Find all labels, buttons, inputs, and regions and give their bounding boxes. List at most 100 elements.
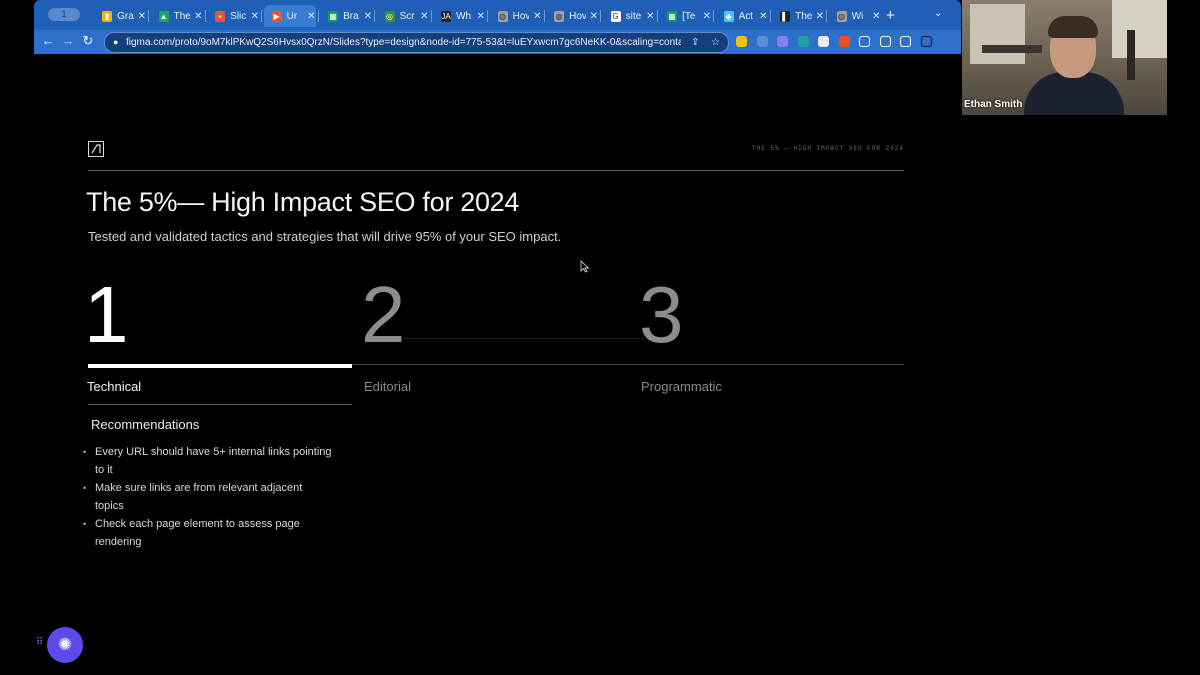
- tab-separator: [656, 10, 658, 22]
- tab-favicon-icon: ◍: [554, 10, 565, 22]
- video-tile[interactable]: Ethan Smith: [962, 0, 1167, 115]
- share-icon[interactable]: ⇪: [691, 33, 699, 52]
- tab-close-icon[interactable]: ✕: [420, 11, 428, 22]
- browser-tab[interactable]: ◍ Hov ✕: [490, 5, 542, 27]
- recommendations-list: • Every URL should have 5+ internal links…: [82, 443, 332, 551]
- video-window-left: [970, 4, 1025, 64]
- tab-close-icon[interactable]: ✕: [590, 11, 598, 22]
- slide-title: The 5%— High Impact SEO for 2024: [86, 187, 520, 217]
- tab-separator: [826, 10, 827, 22]
- tab-close-icon[interactable]: ✕: [307, 11, 315, 22]
- tab-title: Act: [738, 10, 754, 22]
- tab-close-icon[interactable]: ✕: [703, 11, 711, 22]
- extension-icon[interactable]: [736, 36, 747, 47]
- tab-title: Ur: [286, 10, 298, 22]
- tab-favicon-icon: ◍: [836, 10, 847, 22]
- browser-tab[interactable]: ▶ Ur ✕: [263, 5, 316, 27]
- tab-separator: [148, 10, 149, 22]
- extension-icon[interactable]: [756, 36, 768, 47]
- tab-close-icon[interactable]: ✕: [816, 11, 824, 22]
- bookmark-star-icon[interactable]: ☆: [711, 33, 720, 52]
- back-button[interactable]: ←: [40, 33, 56, 48]
- tab-close-icon[interactable]: ✕: [533, 11, 541, 22]
- tab-separator: [487, 10, 488, 22]
- browser-tab[interactable]: ▪ Slic ✕: [207, 5, 259, 27]
- recommendation-text: Make sure links are from relevant adjace…: [95, 482, 303, 512]
- browser-tab[interactable]: ◍ Wi ✕: [829, 5, 881, 27]
- tab-search-icon[interactable]: ⌄: [934, 8, 942, 19]
- video-shelf: [982, 45, 1042, 53]
- slide-subtitle: Tested and validated tactics and strateg…: [88, 229, 562, 244]
- url-text[interactable]: figma.com/proto/9oM7klPKwQ2S6Hvsx0QrzN/S…: [126, 33, 681, 52]
- figma-slide: THE 5% — HIGH IMPACT SEO FOR 2024 The 5%…: [34, 54, 961, 675]
- drag-handle-icon[interactable]: ⠿: [36, 637, 43, 648]
- tab-title: The: [795, 10, 812, 22]
- browser-tab[interactable]: ▦ [Te ✕: [659, 5, 711, 27]
- tab-close-icon[interactable]: ✕: [251, 11, 259, 22]
- tab-group-pill[interactable]: 1: [48, 8, 80, 21]
- tab-favicon-icon: G: [610, 10, 621, 22]
- tab-title: Hov: [569, 10, 586, 22]
- pillar-tab-technical[interactable]: Technical: [87, 379, 141, 394]
- tab-separator: [430, 10, 432, 22]
- pillar-number-3[interactable]: 3: [639, 270, 684, 360]
- browser-tab[interactable]: ◍ Hov ✕: [546, 5, 598, 27]
- extension-icon[interactable]: [879, 36, 891, 47]
- browser-tab[interactable]: Gsite ✕: [603, 5, 655, 27]
- tab-title: Slic: [230, 10, 247, 22]
- browser-tab[interactable]: JA Wh ✕: [433, 5, 485, 27]
- tab-close-icon[interactable]: ✕: [194, 11, 202, 22]
- tab-close-icon[interactable]: ✕: [364, 11, 372, 22]
- tab-close-icon[interactable]: ✕: [646, 11, 654, 22]
- extension-icon[interactable]: [859, 36, 870, 47]
- tab-separator: [317, 10, 319, 22]
- technical-divider: [88, 404, 352, 405]
- tab-title: Wi: [851, 10, 864, 22]
- participant-name: Ethan Smith: [964, 99, 1023, 110]
- extension-icon[interactable]: [838, 36, 850, 47]
- tab-close-icon[interactable]: ✕: [477, 11, 485, 22]
- browser-tab[interactable]: ▮ Gra ✕: [94, 5, 146, 27]
- tab-separator: [769, 10, 771, 22]
- recommendation-text: Check each page element to assess page r…: [95, 518, 300, 548]
- pillar-tab-editorial[interactable]: Editorial: [364, 379, 411, 394]
- extension-icon[interactable]: [920, 36, 932, 47]
- extension-icon[interactable]: [777, 36, 788, 47]
- extension-icon[interactable]: [818, 36, 829, 47]
- tab-separator: [543, 10, 545, 22]
- browser-tab[interactable]: ▌ The ✕: [772, 5, 824, 27]
- extension-icon[interactable]: [797, 36, 809, 47]
- tab-favicon-icon: ▮: [102, 10, 113, 22]
- reload-button[interactable]: ↻: [80, 33, 96, 49]
- tab-separator: [261, 10, 262, 22]
- browser-toolbar: ← → ↻ ● figma.com/proto/9oM7klPKwQ2S6Hvs…: [34, 30, 961, 54]
- pillar-tab-programmatic[interactable]: Programmatic: [641, 379, 722, 394]
- address-bar[interactable]: ● figma.com/proto/9oM7klPKwQ2S6Hvsx0QrzN…: [104, 32, 729, 53]
- browser-tab[interactable]: ◎ Scr ✕: [377, 5, 429, 27]
- lock-icon: ●: [113, 37, 119, 47]
- recommendation-text: Every URL should have 5+ internal links …: [95, 446, 332, 476]
- new-tab-button[interactable]: +: [886, 7, 895, 24]
- tab-close-icon[interactable]: ✕: [872, 11, 880, 22]
- tab-favicon-icon: ▶: [271, 10, 282, 22]
- pillar-number-2[interactable]: 2: [361, 270, 406, 360]
- tab-close-icon[interactable]: ✕: [138, 11, 146, 22]
- video-background-person: [1127, 30, 1135, 80]
- pillar-number-1[interactable]: 1: [84, 270, 129, 360]
- tab-separator: [600, 10, 601, 22]
- assistant-widget-button[interactable]: ✺: [47, 627, 83, 663]
- tab-favicon-icon: ◍: [497, 10, 508, 22]
- bullet-icon: •: [83, 447, 87, 457]
- forward-button[interactable]: →: [60, 33, 76, 48]
- browser-tab[interactable]: ▲ The ✕: [151, 5, 203, 27]
- tab-favicon-icon: ▪: [215, 10, 226, 22]
- browser-tab[interactable]: ▦ Bra ✕: [320, 5, 372, 27]
- decorative-line: [404, 338, 644, 339]
- extension-icon[interactable]: [900, 36, 911, 47]
- tab-favicon-icon: ▦: [328, 10, 339, 22]
- tab-close-icon[interactable]: ✕: [759, 11, 767, 22]
- slide-header-tag: THE 5% — HIGH IMPACT SEO FOR 2024: [752, 145, 904, 152]
- mouse-cursor-icon: [580, 260, 590, 273]
- browser-tab[interactable]: ◆ Act ✕: [716, 5, 768, 27]
- tab-favicon-icon: ◎: [384, 10, 395, 22]
